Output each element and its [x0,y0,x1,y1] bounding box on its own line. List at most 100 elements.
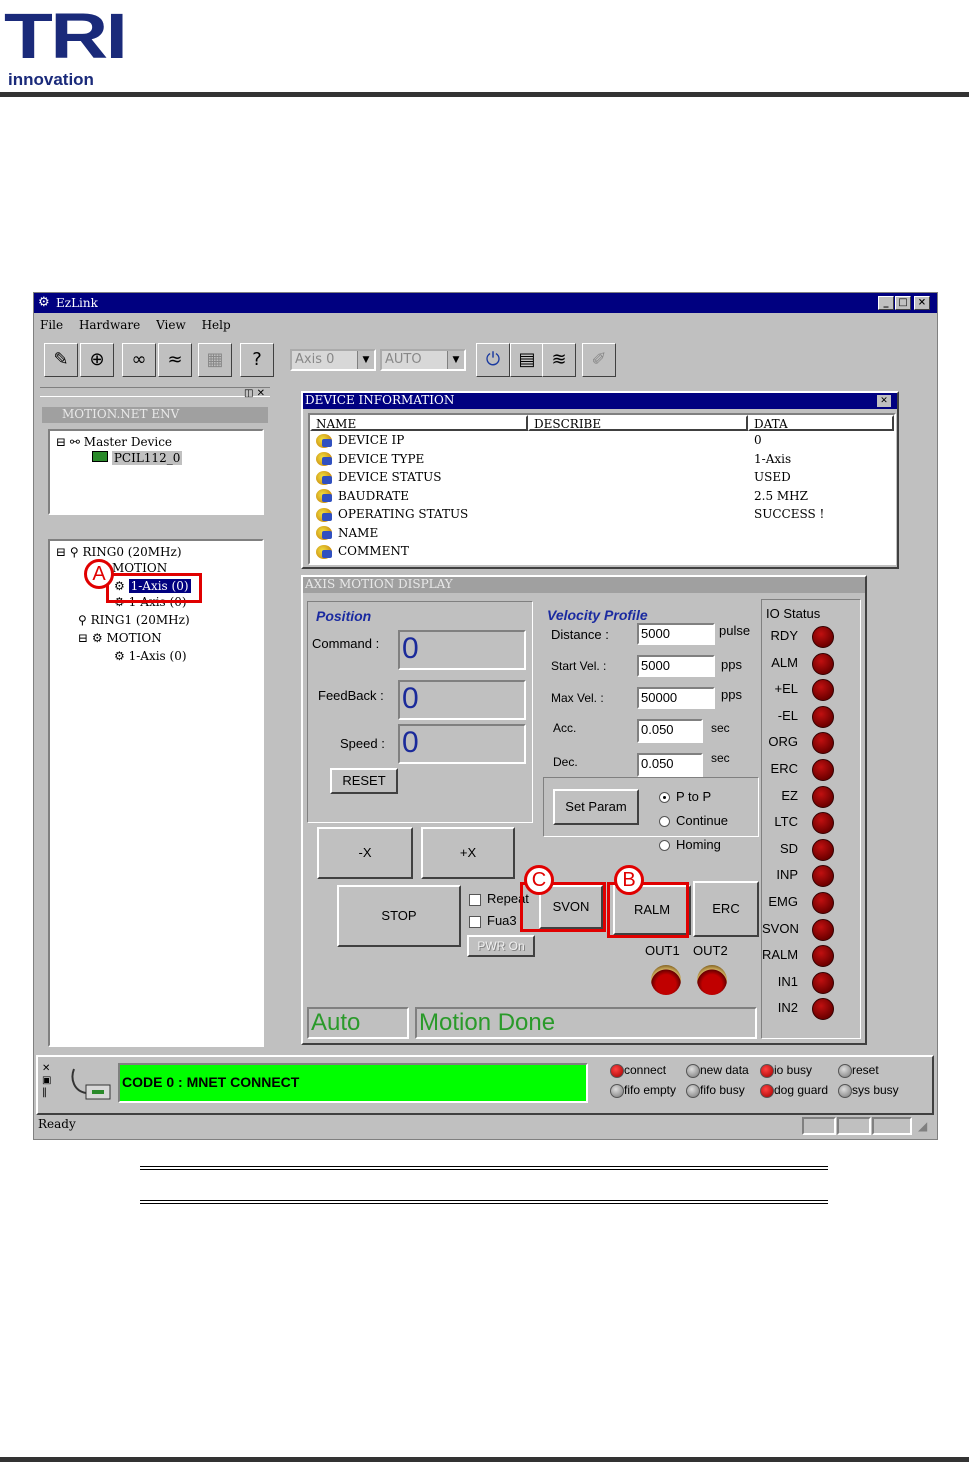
row-data: 0 [754,433,762,447]
jog-plus-x-button[interactable]: +X [421,827,515,879]
tool-icon[interactable]: ✐ [582,343,616,377]
status-indicator: dog guard [760,1083,828,1098]
io-label: IN1 [777,973,798,989]
header-rule [0,92,969,97]
set-param-button[interactable]: Set Param [553,789,639,825]
pwr-on-button[interactable]: PWR On [467,935,535,957]
connect-icon[interactable]: ✎ [44,343,78,377]
axis-select[interactable]: Axis 0 ▼ [290,349,376,371]
mode-ptop-radio[interactable]: P to P [659,789,711,804]
io-label: SVON [762,920,799,936]
close-button[interactable]: × [914,296,930,310]
mode-continue-radio[interactable]: Continue [659,813,728,828]
out1-toggle[interactable] [651,965,681,995]
status-indicator: fifo busy [686,1083,745,1098]
close-icon[interactable]: ✕ [257,388,265,399]
mode-homing-radio[interactable]: Homing [659,837,721,852]
row-name: NAME [338,525,379,540]
column-name[interactable]: NAME [310,415,528,431]
out2-label: OUT2 [693,943,728,958]
table-row[interactable]: DEVICE IP 0 [316,433,892,451]
left-panel-grip[interactable] [40,387,270,397]
device-info-panel: DEVICE INFORMATION ✕ NAME DESCRIBE DATA … [301,391,899,569]
table-row[interactable]: OPERATING STATUS SUCCESS ! [316,507,892,525]
cable-icon [68,1065,114,1103]
env-section-title: MOTION.NET ENV [42,407,268,423]
io-led-icon [812,652,834,675]
column-data[interactable]: DATA [748,415,894,431]
menu-file[interactable]: File [40,318,63,332]
checkbox-icon [469,893,481,906]
checkbox-icon [469,915,481,928]
indicator-label: dog guard [774,1083,829,1097]
indicator-label: io busy [774,1063,813,1077]
maximize-button[interactable]: □ [895,296,911,310]
tree-node-card[interactable]: PCIL112_0 [92,451,183,465]
io-led-icon [812,679,834,702]
start-vel-input[interactable]: 5000 [637,655,715,677]
table-row[interactable]: DEVICE TYPE 1-Axis [316,452,892,470]
tree-node-ring0[interactable]: ⊟ ⚲ RING0 (20MHz) [56,545,182,559]
dec-unit: sec [711,751,730,765]
out2-toggle[interactable] [697,965,727,995]
io-label: EZ [781,787,798,803]
indicator-label: fifo empty [624,1083,677,1097]
distance-unit: pulse [719,623,751,638]
speed-value: 0 [398,724,526,764]
tree-node-motion1[interactable]: ⊟ ⚙ MOTION [78,631,162,645]
toolbar: ✎ ⊕ ∞ ≈ ▦ ? Axis 0 ▼ AUTO ▼ ⏻ ▤ ≋ ✐ [38,337,933,379]
column-describe[interactable]: DESCRIBE [528,415,748,431]
settings-icon[interactable]: ▦ [198,343,232,377]
unlink-icon[interactable]: ≈ [158,343,192,377]
acc-input[interactable]: 0.050 [637,719,703,743]
reset-button[interactable]: RESET [330,768,398,794]
erc-button[interactable]: ERC [693,881,759,937]
io-led-icon [812,705,834,728]
tree-node-axis1[interactable]: ⚙ 1-Axis (0) [114,649,187,663]
dec-input[interactable]: 0.050 [637,753,703,777]
io-label: INP [776,867,798,883]
strip-controls[interactable]: ✕ ▣ ‖ [42,1063,51,1099]
radio-label: Homing [676,837,721,852]
distance-input[interactable]: 5000 [637,623,715,645]
motion-icon: ⚙ [91,631,103,645]
tree-node-ring1[interactable]: ⚲ RING1 (20MHz) [78,613,190,627]
menu-hardware[interactable]: Hardware [79,318,140,332]
fua3-checkbox[interactable]: Fua3 [469,913,517,928]
link-icon[interactable]: ∞ [122,343,156,377]
chart-icon[interactable]: ≋ [542,343,576,377]
tree-collapse-icon[interactable]: ⊟ [56,435,66,449]
resize-grip-icon[interactable]: ◢ [918,1119,927,1133]
status-indicator: sys busy [838,1083,899,1098]
radio-icon [659,840,670,852]
mode-select[interactable]: AUTO ▼ [380,349,466,371]
tree-node-master[interactable]: ⊟ ⚯ Master Device [56,435,172,449]
table-row[interactable]: DEVICE STATUS USED [316,470,892,488]
menu-view[interactable]: View [156,318,186,332]
io-label: ERC [770,761,798,776]
left-panel-controls[interactable]: ◫ ✕ [244,388,265,399]
jog-minus-x-button[interactable]: -X [317,827,413,879]
menu-help[interactable]: Help [202,318,231,332]
position-title: Position [316,608,372,624]
velocity-title: Velocity Profile [547,607,648,623]
indicator-label: connect [624,1063,667,1077]
max-vel-input[interactable]: 50000 [637,687,715,709]
minimize-button[interactable]: _ [878,296,894,310]
monitor-icon[interactable]: ▤ [510,343,544,377]
table-row[interactable]: NAME [316,526,892,544]
close-icon[interactable]: ✕ [877,395,891,407]
io-led-icon [812,892,834,914]
power-icon[interactable]: ⏻ [476,343,510,377]
max-vel-unit: pps [721,687,742,702]
stop-button[interactable]: STOP [337,885,461,947]
device-icon [316,507,332,522]
help-icon[interactable]: ? [240,343,274,377]
indicator-led-icon [610,1083,624,1098]
feedback-label: FeedBack : [318,688,384,703]
restore-icon[interactable]: ◫ [244,388,253,399]
table-row[interactable]: COMMENT [316,544,892,562]
table-row[interactable]: BAUDRATE 2.5 MHZ [316,489,892,507]
scan-icon[interactable]: ⊕ [80,343,114,377]
motion-state-display: Motion Done [415,1007,757,1039]
